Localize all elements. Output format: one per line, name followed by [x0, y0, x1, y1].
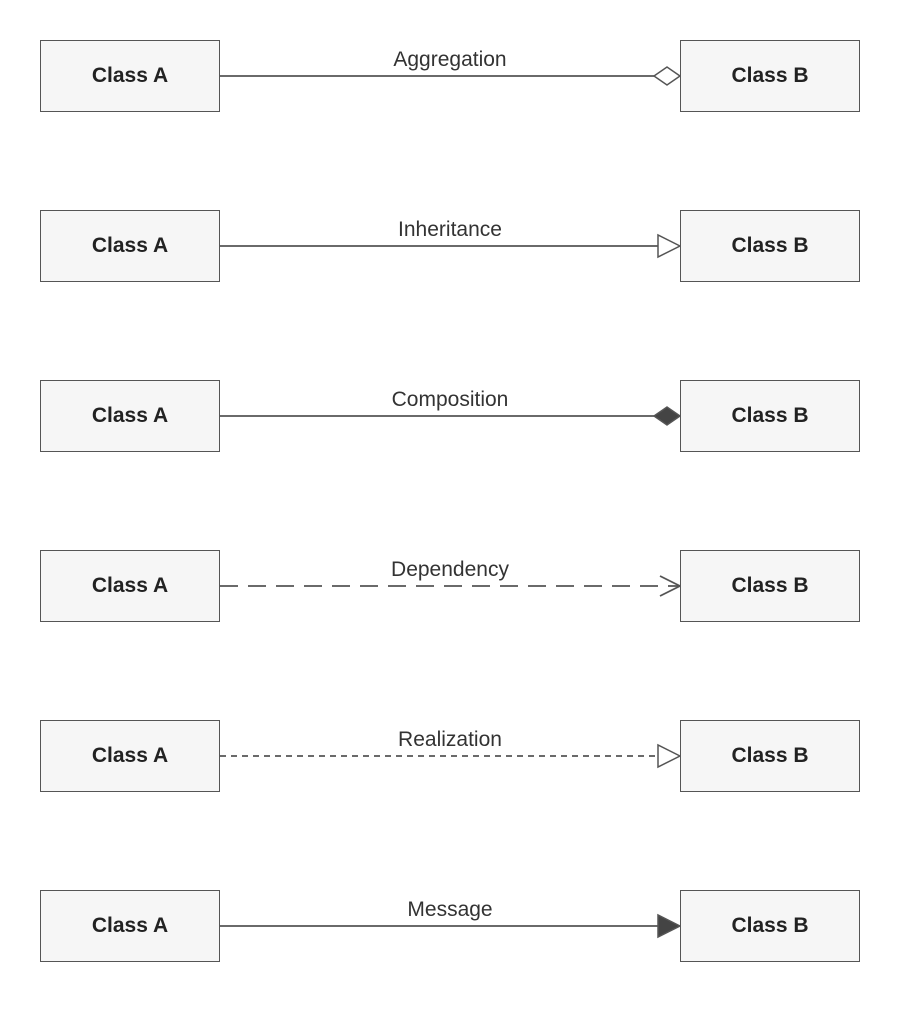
class-label: Class B	[731, 574, 808, 598]
relationship-label: Realization	[270, 728, 630, 752]
class-box-left: Class A	[40, 890, 220, 962]
class-label: Class A	[92, 404, 168, 428]
class-label: Class B	[731, 744, 808, 768]
class-label: Class B	[731, 234, 808, 258]
class-label: Class A	[92, 64, 168, 88]
class-box-left: Class A	[40, 210, 220, 282]
relationship-label: Aggregation	[270, 48, 630, 72]
uml-relationship-diagram: Class A Class B Aggregation Class A Clas…	[0, 0, 900, 1032]
relationship-label: Inheritance	[270, 218, 630, 242]
class-box-left: Class A	[40, 40, 220, 112]
class-box-right: Class B	[680, 210, 860, 282]
class-label: Class B	[731, 404, 808, 428]
relationship-label: Message	[270, 898, 630, 922]
class-box-left: Class A	[40, 380, 220, 452]
class-label: Class A	[92, 234, 168, 258]
class-box-left: Class A	[40, 720, 220, 792]
class-box-left: Class A	[40, 550, 220, 622]
class-box-right: Class B	[680, 550, 860, 622]
class-label: Class A	[92, 914, 168, 938]
class-box-right: Class B	[680, 380, 860, 452]
class-label: Class A	[92, 744, 168, 768]
class-label: Class B	[731, 914, 808, 938]
class-label: Class A	[92, 574, 168, 598]
relationship-label: Dependency	[270, 558, 630, 582]
class-label: Class B	[731, 64, 808, 88]
class-box-right: Class B	[680, 40, 860, 112]
connectors-svg	[0, 0, 900, 1032]
relationship-label: Composition	[270, 388, 630, 412]
class-box-right: Class B	[680, 720, 860, 792]
class-box-right: Class B	[680, 890, 860, 962]
